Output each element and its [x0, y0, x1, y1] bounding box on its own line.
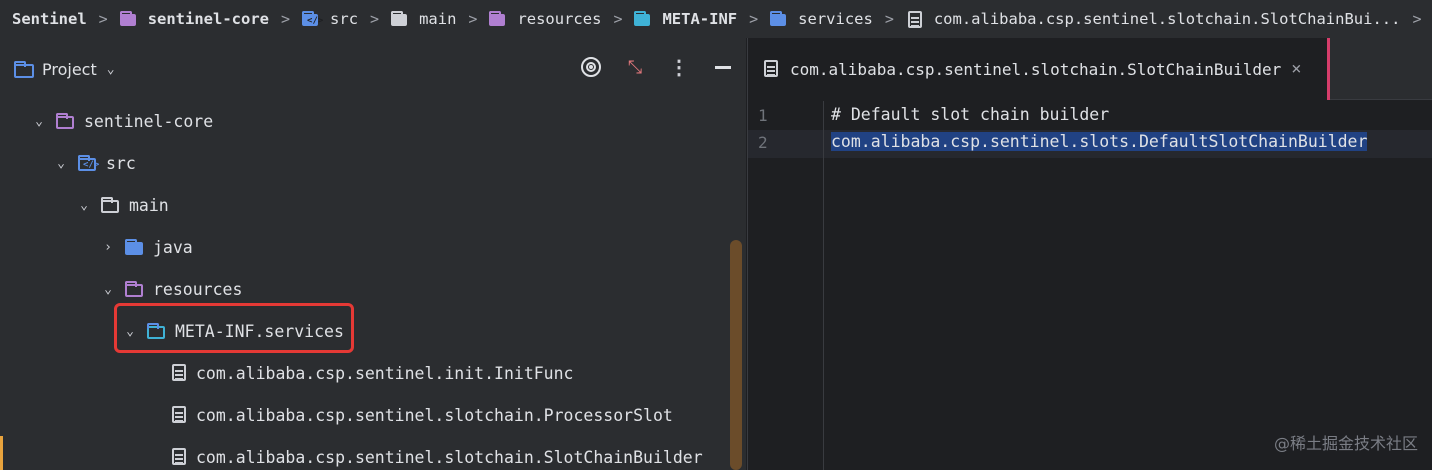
services-folder-icon: [770, 11, 788, 27]
code-line[interactable]: # Default slot chain builder: [831, 105, 1109, 124]
file-icon: [906, 11, 924, 28]
tree-item-src[interactable]: ⌄ </> src: [0, 142, 730, 184]
editor-panel: com.alibaba.csp.sentinel.slotchain.SlotC…: [747, 38, 1432, 470]
chevron-down-icon[interactable]: ⌄: [77, 198, 91, 213]
project-panel-header: Project ⌄ ⤡ ⋮: [0, 38, 746, 100]
editor-tab-label: com.alibaba.csp.sentinel.slotchain.SlotC…: [790, 59, 1282, 79]
more-options-button[interactable]: ⋮: [668, 55, 690, 79]
project-view-selector[interactable]: Project: [42, 60, 97, 79]
breadcrumb-item-main[interactable]: main: [391, 10, 456, 28]
tree-item-java[interactable]: › java: [0, 226, 730, 268]
chevron-right-icon[interactable]: ›: [101, 240, 115, 255]
line-gutter: [748, 101, 824, 470]
folder-icon: [391, 11, 409, 27]
resources-folder-icon: [125, 281, 145, 297]
chevron-right-icon: >: [370, 10, 380, 28]
source-folder-icon: </>: [78, 155, 99, 171]
chevron-right-icon: >: [468, 10, 478, 28]
source-folder-icon: </>: [302, 11, 323, 27]
collapse-all-button[interactable]: ⤡: [624, 56, 646, 78]
breadcrumb-item-resources[interactable]: resources: [489, 10, 601, 28]
chevron-right-icon: >: [613, 10, 623, 28]
tree-item-main[interactable]: ⌄ main: [0, 184, 730, 226]
project-folder-icon: [14, 60, 36, 78]
chevron-right-icon: >: [749, 10, 759, 28]
line-number: 1: [758, 106, 768, 125]
project-toolbar: ⤡ ⋮: [580, 55, 734, 79]
breadcrumb-item-file[interactable]: com.alibaba.csp.sentinel.slotchain.SlotC…: [906, 10, 1400, 28]
file-icon: [172, 448, 188, 466]
project-panel: Project ⌄ ⤡ ⋮ ⌄ sentinel-core ⌄ </> src …: [0, 38, 746, 470]
minus-icon: [715, 65, 731, 69]
chevron-down-icon[interactable]: ⌄: [32, 114, 46, 129]
file-icon: [764, 60, 780, 78]
target-icon: [581, 57, 601, 77]
chevron-right-icon: >: [281, 10, 291, 28]
file-icon: [172, 364, 188, 382]
breadcrumb-item-meta-inf[interactable]: META-INF: [634, 10, 737, 28]
locate-file-button[interactable]: [580, 56, 602, 78]
tree-item-meta-inf-services[interactable]: ⌄ META-INF.services: [0, 310, 730, 352]
chevron-down-icon[interactable]: ⌄: [101, 282, 115, 297]
chevron-down-icon[interactable]: ⌄: [54, 156, 68, 171]
breadcrumb-item-services[interactable]: services: [770, 10, 873, 28]
tree-item-initfunc[interactable]: com.alibaba.csp.sentinel.init.InitFunc: [0, 352, 730, 394]
java-folder-icon: [125, 239, 145, 255]
breadcrumb-item-src[interactable]: </> src: [302, 10, 358, 28]
hide-panel-button[interactable]: [712, 56, 734, 78]
module-folder-icon: [119, 11, 138, 27]
line-number: 2: [758, 133, 768, 152]
highlight-annotation: [114, 303, 354, 353]
chevron-down-icon[interactable]: ⌄: [107, 62, 115, 77]
tree-item-sentinel-core[interactable]: ⌄ sentinel-core: [0, 100, 730, 142]
meta-inf-folder-icon: [634, 11, 652, 27]
code-line-selected[interactable]: com.alibaba.csp.sentinel.slots.DefaultSl…: [831, 132, 1368, 151]
editor-tab-bar: com.alibaba.csp.sentinel.slotchain.SlotC…: [748, 38, 1432, 100]
vertical-scrollbar[interactable]: [730, 240, 742, 470]
tree-item-resources[interactable]: ⌄ resources: [0, 268, 730, 310]
chevron-right-icon[interactable]: >: [1412, 10, 1421, 28]
tree-item-processorslot[interactable]: com.alibaba.csp.sentinel.slotchain.Proce…: [0, 394, 730, 436]
watermark: @稀土掘金技术社区: [1273, 434, 1418, 453]
folder-icon: [101, 197, 121, 213]
chevron-right-icon: >: [884, 10, 894, 28]
file-icon: [172, 406, 188, 424]
chevron-right-icon: >: [98, 10, 108, 28]
tree-item-slotchainbuilder[interactable]: com.alibaba.csp.sentinel.slotchain.SlotC…: [0, 436, 730, 470]
resources-folder-icon: [489, 11, 507, 27]
breadcrumb-item-sentinel[interactable]: Sentinel: [12, 10, 87, 28]
breadcrumb-item-sentinel-core[interactable]: sentinel-core: [119, 10, 269, 28]
editor-tab[interactable]: com.alibaba.csp.sentinel.slotchain.SlotC…: [748, 38, 1330, 100]
module-folder-icon: [56, 113, 76, 129]
close-icon[interactable]: ×: [1291, 59, 1301, 79]
breadcrumb: Sentinel > sentinel-core > </> src > mai…: [0, 0, 1432, 38]
